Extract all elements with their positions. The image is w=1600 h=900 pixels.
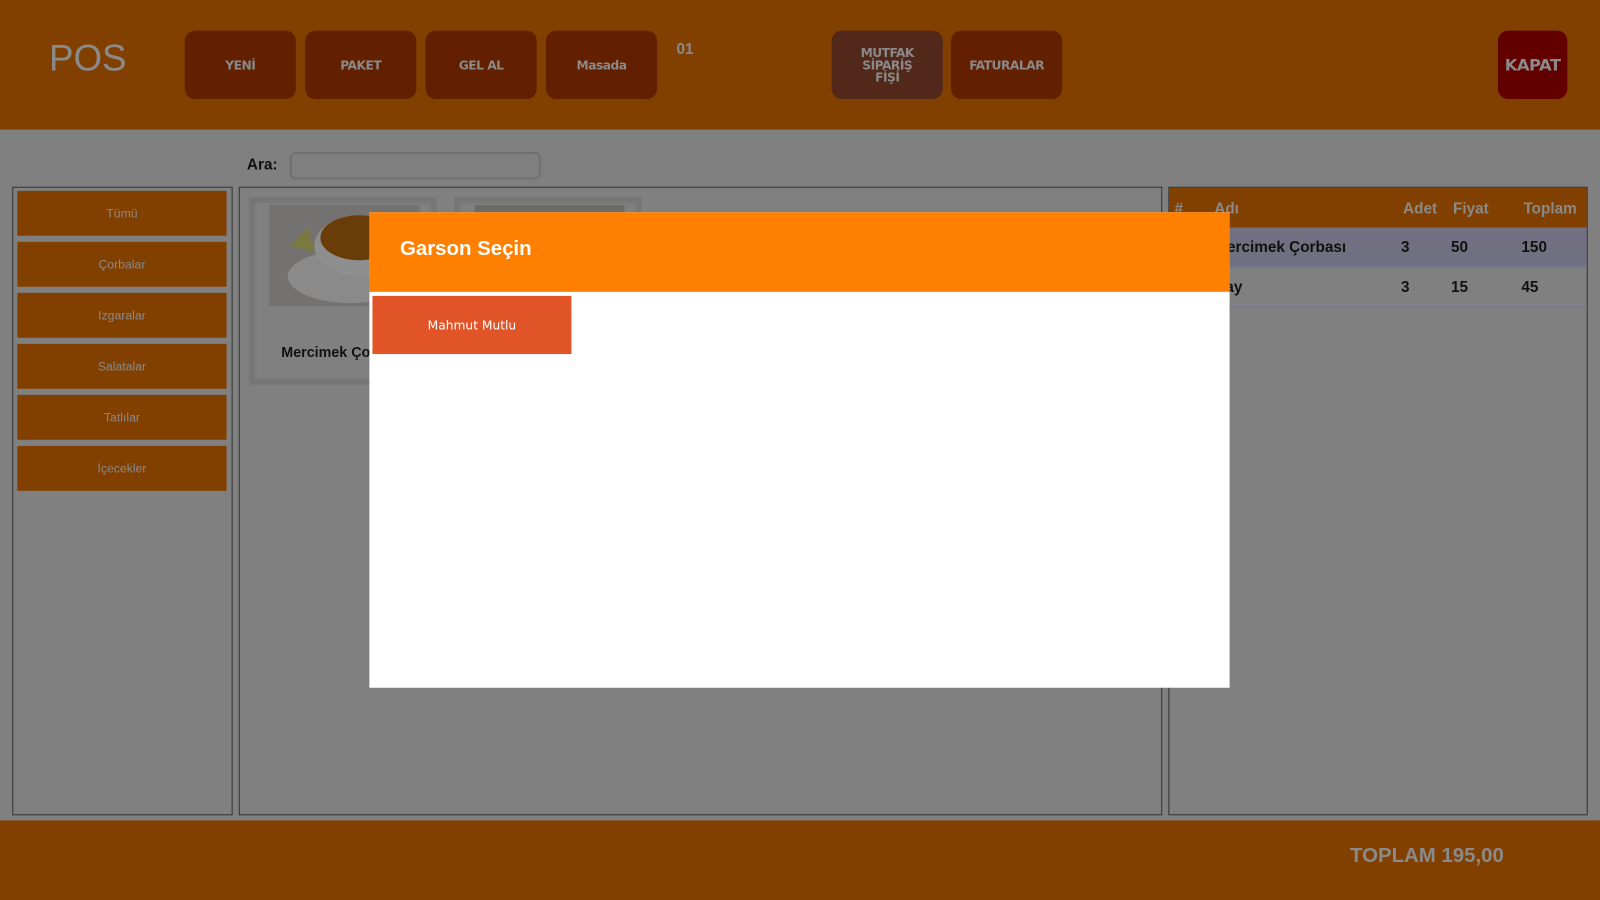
column-qty: Adet bbox=[1403, 199, 1438, 218]
new-button[interactable]: YENİ bbox=[184, 30, 296, 99]
table-button[interactable]: Masada bbox=[545, 30, 658, 99]
column-price: Fiyat bbox=[1453, 199, 1489, 218]
item-total: 45 bbox=[1521, 278, 1539, 296]
order-panel: # Adı Adet Fiyat Toplam Mercimek Çorbası… bbox=[1168, 186, 1588, 816]
column-total: Toplam bbox=[1523, 199, 1577, 218]
order-number: 01 bbox=[676, 40, 694, 59]
category-grills[interactable]: Izgaralar bbox=[17, 292, 227, 338]
invoices-button[interactable]: FATURALAR bbox=[951, 30, 1063, 99]
waiter-select-dialog: Garson Seçin Mahmut Mutlu bbox=[369, 212, 1230, 688]
top-bar: POS YENİ PAKET GEL AL Masada 01 MUTFAK S… bbox=[0, 0, 1600, 130]
category-desserts[interactable]: Tatlılar bbox=[17, 394, 227, 440]
pos-screen: POS YENİ PAKET GEL AL Masada 01 MUTFAK S… bbox=[0, 0, 1600, 900]
search-input[interactable] bbox=[289, 152, 541, 180]
category-drinks[interactable]: İçecekler bbox=[17, 445, 227, 491]
close-button[interactable]: KAPAT bbox=[1497, 30, 1568, 99]
item-price: 50 bbox=[1451, 238, 1469, 257]
category-soups[interactable]: Çorbalar bbox=[17, 241, 227, 287]
item-price: 15 bbox=[1451, 278, 1469, 296]
app-logo: POS bbox=[48, 36, 127, 79]
category-salads[interactable]: Salatalar bbox=[17, 343, 227, 389]
dialog-title: Garson Seçin bbox=[399, 237, 532, 261]
item-qty: 3 bbox=[1401, 238, 1410, 257]
dialog-header: Garson Seçin bbox=[369, 212, 1230, 292]
kitchen-order-button[interactable]: MUTFAK SİPARİŞ FİŞİ bbox=[831, 30, 943, 99]
grand-total: TOPLAM 195,00 bbox=[1349, 844, 1504, 868]
search-label: Ara: bbox=[246, 156, 278, 174]
item-qty: 3 bbox=[1401, 278, 1410, 296]
item-total: 150 bbox=[1521, 238, 1547, 257]
item-name: Mercimek Çorbası bbox=[1214, 238, 1347, 257]
order-table-header: # Adı Adet Fiyat Toplam bbox=[1169, 187, 1587, 228]
package-button[interactable]: PAKET bbox=[305, 30, 417, 99]
category-all[interactable]: Tümü bbox=[17, 190, 227, 236]
takeaway-button[interactable]: GEL AL bbox=[425, 30, 537, 99]
table-row[interactable]: Çay 3 15 45 bbox=[1169, 267, 1587, 308]
table-row[interactable]: Mercimek Çorbası 3 50 150 bbox=[1169, 227, 1587, 268]
waiter-button[interactable]: Mahmut Mutlu bbox=[372, 295, 572, 355]
category-panel: Tümü Çorbalar Izgaralar Salatalar Tatlıl… bbox=[12, 186, 233, 816]
